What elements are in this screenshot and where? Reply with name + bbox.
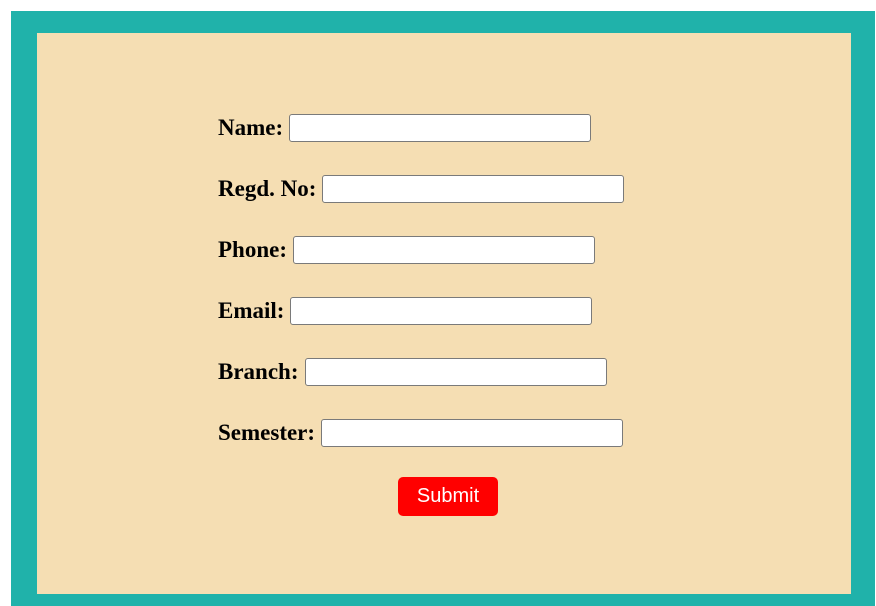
name-input[interactable] — [289, 114, 592, 142]
page-frame: Name: Regd. No: Phone: Email: Branch: Se — [11, 11, 875, 606]
phone-input[interactable] — [293, 236, 595, 264]
semester-row: Semester: — [218, 416, 624, 450]
branch-label: Branch: — [218, 359, 299, 384]
name-label: Name: — [218, 115, 284, 140]
email-row: Email: — [218, 294, 593, 328]
submit-button[interactable]: Submit — [398, 477, 498, 516]
regd-no-row: Regd. No: — [218, 172, 625, 206]
email-label: Email: — [218, 298, 285, 323]
phone-row: Phone: — [218, 233, 595, 267]
branch-input[interactable] — [304, 358, 607, 386]
semester-label: Semester: — [218, 420, 316, 445]
name-row: Name: — [218, 111, 592, 145]
branch-row: Branch: — [218, 355, 607, 389]
form-panel: Name: Regd. No: Phone: Email: Branch: Se — [37, 33, 851, 594]
regd-no-input[interactable] — [322, 175, 625, 203]
regd-no-label: Regd. No: — [218, 176, 317, 201]
phone-label: Phone: — [218, 237, 287, 262]
email-input[interactable] — [290, 297, 593, 325]
semester-input[interactable] — [321, 419, 624, 447]
